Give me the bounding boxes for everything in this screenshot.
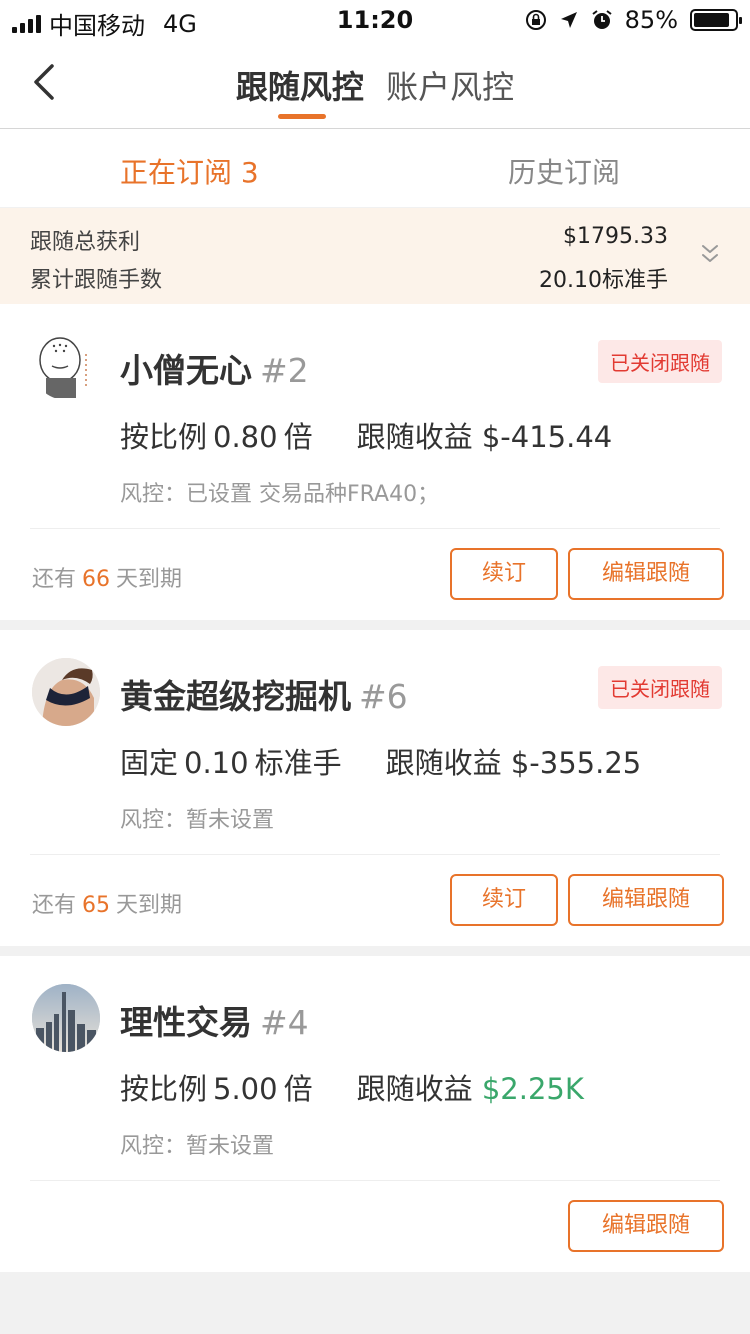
- trader-name-text: 理性交易: [120, 1003, 252, 1042]
- active-tab-indicator: [278, 114, 326, 119]
- follow-mode-unit: 倍: [283, 1072, 313, 1106]
- profit-value: $-355.25: [510, 746, 642, 780]
- divider: [30, 528, 720, 529]
- status-badge: 已关闭跟随: [598, 340, 722, 383]
- total-profit-value: $1795.33: [563, 224, 668, 249]
- expiry-text: 还有 66 天到期: [32, 561, 182, 593]
- avatar[interactable]: [32, 658, 100, 726]
- edit-follow-button[interactable]: 编辑跟随: [568, 874, 724, 926]
- status-badge: 已关闭跟随: [598, 666, 722, 709]
- avatar[interactable]: [32, 332, 100, 400]
- profit-value: $-415.44: [481, 420, 613, 454]
- total-lots-value: 20.10标准手: [539, 268, 668, 293]
- renew-button[interactable]: 续订: [450, 548, 558, 600]
- nav-bar: 跟随风控 账户风控: [0, 40, 750, 129]
- follow-mode: 固定: [120, 746, 179, 780]
- profit-value: $2.25K: [481, 1072, 584, 1106]
- expiry-days: 66: [82, 567, 111, 592]
- total-lots-label: 累计跟随手数: [30, 268, 163, 293]
- divider: [30, 854, 720, 855]
- trader-number: #2: [260, 351, 309, 390]
- subscription-card: 小僧无心 #2 已关闭跟随 按比例 0.80 倍 跟随收益 $-415.44 风控：已设…: [0, 304, 750, 620]
- alarm-icon: [592, 10, 612, 29]
- trader-name[interactable]: 理性交易 #4: [120, 996, 309, 1044]
- risk-control-text: 风控：暂未设置: [120, 1134, 275, 1159]
- expiry-prefix: 还有: [32, 567, 77, 592]
- edit-follow-button[interactable]: 编辑跟随: [568, 1200, 724, 1252]
- trader-name[interactable]: 小僧无心 #2: [120, 344, 309, 392]
- summary-panel[interactable]: 跟随总获利 累计跟随手数 $1795.33 20.10标准手: [0, 208, 750, 304]
- avatar[interactable]: [32, 984, 100, 1052]
- follow-info: 按比例 0.80 倍 跟随收益 $-415.44: [120, 414, 612, 456]
- expiry-suffix: 天到期: [116, 567, 183, 592]
- follow-mode: 按比例: [120, 420, 208, 454]
- expiry-text: 还有 65 天到期: [32, 887, 182, 919]
- battery-percent: 85%: [624, 6, 678, 34]
- subscription-tabs: 正在订阅 3 历史订阅: [0, 129, 750, 207]
- renew-button[interactable]: 续订: [450, 874, 558, 926]
- profit-label: 跟随收益: [356, 1072, 473, 1106]
- rotation-lock-icon: [525, 10, 546, 30]
- subscription-card: 黄金超级挖掘机 #6 已关闭跟随 固定 0.10 标准手 跟随收益 $-355.25 风…: [0, 630, 750, 946]
- double-chevron-down-icon[interactable]: [700, 242, 720, 266]
- risk-control-text: 风控：已设置 交易品种FRA40；: [120, 482, 440, 507]
- follow-mode-unit: 标准手: [254, 746, 342, 780]
- tab-follow-risk[interactable]: 跟随风控: [236, 62, 364, 108]
- status-right: 85%: [525, 6, 742, 34]
- expiry-prefix: 还有: [32, 893, 77, 918]
- expiry-days: 65: [82, 893, 111, 918]
- follow-mode-value: 0.80: [213, 420, 278, 454]
- trader-number: #6: [359, 677, 408, 716]
- status-bar: 中国移动 4G 11:20 85%: [0, 0, 750, 40]
- follow-info: 固定 0.10 标准手 跟随收益 $-355.25: [120, 740, 641, 782]
- edit-follow-button[interactable]: 编辑跟随: [568, 548, 724, 600]
- trader-number: #4: [260, 1003, 309, 1042]
- total-profit-label: 跟随总获利: [30, 230, 141, 255]
- location-icon: [560, 12, 577, 28]
- follow-mode-unit: 倍: [283, 420, 313, 454]
- follow-mode-value: 0.10: [184, 746, 249, 780]
- battery-icon: [690, 9, 742, 31]
- trader-name-text: 小僧无心: [120, 351, 252, 390]
- tab-history-subscriptions[interactable]: 历史订阅: [508, 151, 620, 191]
- nav-tabs: 跟随风控 账户风控: [0, 62, 750, 108]
- tab-current-subscriptions[interactable]: 正在订阅 3: [120, 151, 259, 191]
- follow-info: 按比例 5.00 倍 跟随收益 $2.25K: [120, 1066, 584, 1108]
- expiry-suffix: 天到期: [116, 893, 183, 918]
- profit-label: 跟随收益: [385, 746, 502, 780]
- follow-mode: 按比例: [120, 1072, 208, 1106]
- profit-label: 跟随收益: [356, 420, 473, 454]
- tab-account-risk[interactable]: 账户风控: [386, 62, 514, 108]
- divider: [30, 1180, 720, 1181]
- risk-control-text: 风控：暂未设置: [120, 808, 275, 833]
- subscription-card: 理性交易 #4 按比例 5.00 倍 跟随收益 $2.25K 风控：暂未设置 编辑跟随: [0, 956, 750, 1272]
- trader-name[interactable]: 黄金超级挖掘机 #6: [120, 670, 408, 718]
- follow-mode-value: 5.00: [213, 1072, 278, 1106]
- trader-name-text: 黄金超级挖掘机: [120, 677, 351, 716]
